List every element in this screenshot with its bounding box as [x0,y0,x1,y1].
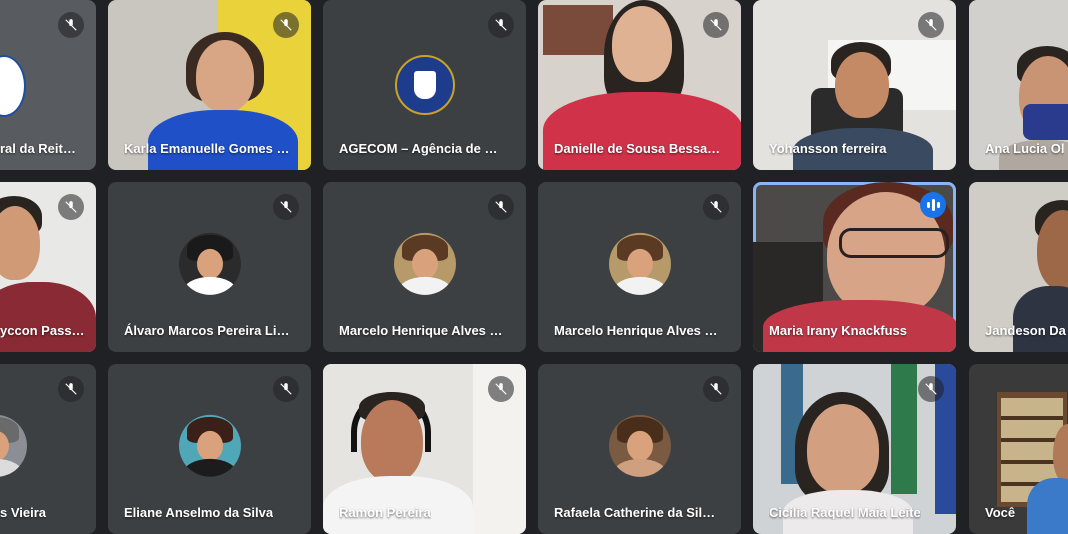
audio-level-icon [920,192,946,218]
participant-name: yccon Pass… [0,323,85,338]
mic-off-icon [58,12,84,38]
mic-off-icon [703,12,729,38]
glasses [839,228,949,258]
participant-tile[interactable]: Ana Lucia Ol [969,0,1068,170]
participant-avatar [608,414,671,477]
mic-off-icon [488,376,514,402]
participant-name: Ramon Pereira [339,505,431,520]
mic-off-icon [918,12,944,38]
mic-off-icon [703,194,729,220]
mic-off-icon [703,376,729,402]
participant-tile[interactable]: Cicilia Raquel Maia Leite [753,364,956,534]
mic-off-icon [273,376,299,402]
background-window [543,5,613,55]
participant-name: Marcelo Henrique Alves … [554,323,718,338]
participant-tile[interactable]: Yohansson ferreira [753,0,956,170]
participant-tile[interactable]: ral da Reit… [0,0,96,170]
participant-tile-speaking[interactable]: Maria Irany Knackfuss [753,182,956,352]
participant-name: Marcelo Henrique Alves … [339,323,503,338]
participant-tile[interactable]: Rafaela Catherine da Sil… [538,364,741,534]
mic-off-icon [273,12,299,38]
mic-off-icon [58,194,84,220]
flag-banner [891,364,917,494]
participant-name: Yohansson ferreira [769,141,887,156]
participant-avatar [393,232,456,295]
logo-image [0,55,26,117]
participant-tile-self[interactable]: Você [969,364,1068,534]
mic-off-icon [58,376,84,402]
participant-name: s Vieira [0,505,47,520]
participant-tile[interactable]: Danielle de Sousa Bessa… [538,0,741,170]
participant-tile[interactable]: Karla Emanuelle Gomes … [108,0,311,170]
participant-name: Ana Lucia Ol [985,141,1065,156]
participant-tile[interactable]: yccon Pass… [0,182,96,352]
participant-avatar [178,414,241,477]
participant-name: Cicilia Raquel Maia Leite [769,505,921,520]
participant-avatar [0,414,27,477]
participant-tile[interactable]: Marcelo Henrique Alves … [538,182,741,352]
participant-tile[interactable]: Álvaro Marcos Pereira Li… [108,182,311,352]
participant-name: Jandeson Da [985,323,1066,338]
participant-name: Rafaela Catherine da Sil… [554,505,716,520]
mic-off-icon [488,194,514,220]
participant-name: Eliane Anselmo da Silva [124,505,274,520]
participant-name: Danielle de Sousa Bessa… [554,141,721,156]
participant-tile[interactable]: Jandeson Da [969,182,1068,352]
mic-off-icon [488,12,514,38]
participant-name: AGECOM – Agência de … [339,141,498,156]
participant-avatar [178,232,241,295]
participant-name: Maria Irany Knackfuss [769,323,908,338]
participant-tile[interactable]: Eliane Anselmo da Silva [108,364,311,534]
face-mask [1023,104,1068,140]
participant-name: Karla Emanuelle Gomes … [124,141,290,156]
mic-off-icon [918,376,944,402]
participant-name: Você [985,505,1016,520]
agecom-logo [395,55,455,115]
participant-avatar [608,232,671,295]
participant-tile[interactable]: AGECOM – Agência de … [323,0,526,170]
participant-name: Álvaro Marcos Pereira Li… [124,323,290,338]
participant-tile[interactable]: Ramon Pereira [323,364,526,534]
participant-tile[interactable]: s Vieira [0,364,96,534]
participant-name: ral da Reit… [0,141,76,156]
mic-off-icon [273,194,299,220]
participant-tile[interactable]: Marcelo Henrique Alves … [323,182,526,352]
